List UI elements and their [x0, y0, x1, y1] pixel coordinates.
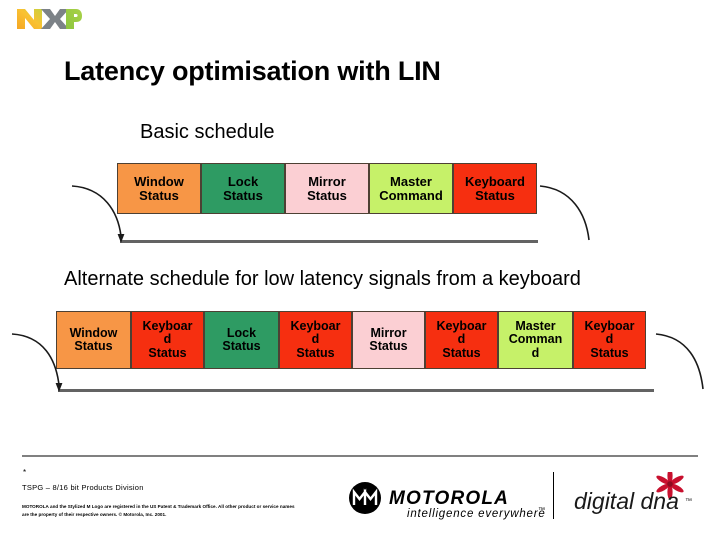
alternate-schedule-slot-line: Status: [148, 345, 187, 360]
basic-schedule-slot-line: Keyboard: [465, 173, 525, 189]
basic-schedule-slot: Keyboard Status: [453, 163, 537, 214]
alternate-schedule-slot: Master Comman d: [498, 311, 573, 369]
alternate-schedule-slot-line: Status: [442, 345, 481, 360]
basic-schedule-slot: Master Command: [369, 163, 453, 214]
alternate-schedule-slot-line: Mirror: [370, 325, 407, 340]
basic-schedule-slot-line: Mirror: [308, 173, 346, 189]
alternate-schedule-slot-line: Status: [74, 339, 113, 353]
alternate-schedule-slot-line: Status: [296, 345, 335, 360]
alternate-schedule-slot: Keyboar d Status: [279, 311, 352, 369]
svg-text:MOTOROLA: MOTOROLA: [389, 488, 509, 509]
alternate-schedule-slot-line: Keyboar: [584, 319, 635, 334]
alternate-schedule-slot-line: Keyboar: [436, 319, 487, 334]
basic-schedule-slot: Mirror Status: [285, 163, 369, 214]
basic-schedule-slot-line: Lock: [227, 173, 259, 189]
alternate-schedule-slot-line: Window: [69, 325, 118, 340]
arrow-alternate-right: [655, 333, 704, 390]
alternate-schedule-slot-line: Status: [222, 339, 261, 353]
timeline-bar-alternate: [58, 389, 654, 392]
alternate-schedule-slot-line: d: [531, 345, 540, 360]
basic-schedule-slot-line: Master: [390, 173, 432, 189]
basic-schedule-slot-line: Window: [134, 173, 184, 189]
alternate-schedule-slot-line: d: [605, 332, 614, 347]
alternate-schedule-slot: Keyboar d Status: [573, 311, 646, 369]
basic-schedule-slot: Lock Status: [201, 163, 285, 214]
alternate-schedule-slot-line: Keyboar: [142, 319, 193, 334]
basic-schedule-slot-line: Status: [139, 187, 179, 203]
basic-schedule-slot-line: Status: [223, 187, 263, 203]
alternate-schedule-slot-line: Master: [515, 319, 556, 334]
arrow-alternate-left: [11, 333, 60, 386]
footer-asterisk-marker: *: [23, 468, 27, 477]
page-title: Latency optimisation with LIN: [64, 56, 441, 86]
alternate-schedule-slot-line: Comman: [508, 332, 563, 347]
alternate-schedule-slot-line: Keyboar: [290, 319, 341, 334]
alternate-schedule-slot-line: Status: [590, 345, 629, 360]
alternate-schedule-slot-line: Lock: [226, 325, 257, 340]
alternate-schedule-slot: Keyboar d Status: [425, 311, 498, 369]
footer-legal-text: MOTOROLA and the Stylized M Logo are reg…: [22, 504, 295, 517]
svg-text:digital dna: digital dna: [574, 488, 679, 514]
svg-text:intelligence everywhere: intelligence everywhere: [407, 508, 545, 520]
basic-schedule-slot-line: Status: [307, 187, 347, 203]
footer-divider: [22, 455, 698, 457]
alternate-schedule-slot: Mirror Status: [352, 311, 425, 369]
digital-dna-logo: digital dna ™: [566, 468, 692, 518]
motorola-logo: MOTOROLA intelligence everywhere ™: [345, 481, 545, 521]
alternate-schedule-slot: Lock Status: [204, 311, 279, 369]
alternate-schedule-slot-line: d: [163, 332, 172, 347]
arrow-basic-right: [539, 185, 590, 241]
basic-schedule-slot-line: Command: [379, 187, 443, 203]
schedule-alternate: Window Status Keyboar d Status Lock Status Keyb…: [56, 311, 646, 369]
svg-text:™: ™: [685, 498, 692, 505]
footer-division-text: TSPG – 8/16 bit Products Division: [22, 483, 144, 492]
basic-schedule-slot-line: Status: [475, 187, 515, 203]
basic-schedule-slot: Window Status: [117, 163, 201, 214]
schedule-basic: Window Status Lock Status Mirror Status Master…: [117, 163, 537, 214]
alternate-schedule-slot-line: d: [311, 332, 320, 347]
alternate-schedule-label: Alternate schedule for low latency signa…: [64, 268, 581, 290]
svg-text:™: ™: [538, 507, 545, 514]
alternate-schedule-slot-line: d: [457, 332, 466, 347]
timeline-bar-basic: [120, 240, 538, 243]
alternate-schedule-slot: Window Status: [56, 311, 131, 369]
nxp-logo: [16, 6, 82, 32]
footer-vertical-rule: [553, 472, 554, 519]
alternate-schedule-slot-line: Status: [369, 339, 408, 353]
alternate-schedule-slot: Keyboar d Status: [131, 311, 204, 369]
arrow-basic-left: [71, 185, 122, 237]
basic-schedule-label: Basic schedule: [140, 121, 275, 143]
